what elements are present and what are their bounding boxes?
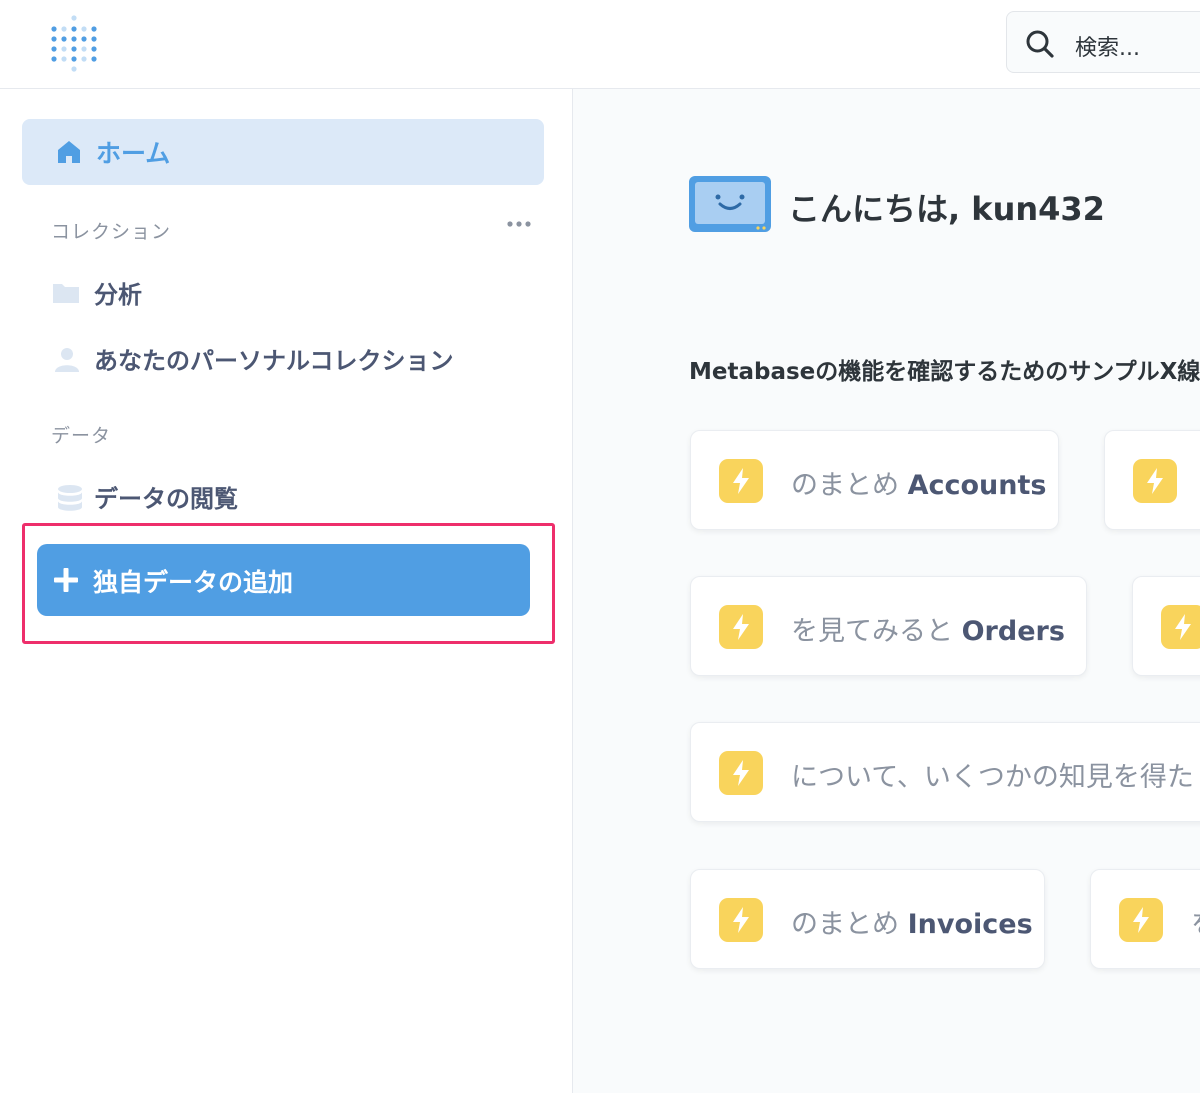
sidebar-item-browse-data[interactable]: データの閲覧 [50,477,530,517]
xray-card[interactable] [1132,576,1200,676]
metabase-logo[interactable] [50,14,98,72]
sidebar-item-analysis[interactable]: 分析 [50,273,530,313]
bolt-icon [1161,605,1200,649]
database-icon [58,485,82,511]
sidebar-item-label: あなたのパーソナルコレクション [94,347,454,375]
sidebar-item-personal-collection[interactable]: あなたのパーソナルコレクション [50,339,530,379]
search-icon [1026,30,1054,58]
xray-card-label: を [1191,902,1200,941]
xray-card-insights[interactable]: について、いくつかの知見を得た [690,722,1200,822]
xray-card-label: を見てみると Orders [791,616,1065,647]
sidebar-item-home[interactable]: ホーム [22,119,544,185]
xray-card[interactable]: を [1090,869,1200,969]
search-placeholder: 検索... [1075,36,1140,61]
search-input[interactable]: 検索... [1006,11,1200,73]
more-options-icon[interactable] [505,218,533,230]
folder-icon [53,284,79,303]
bolt-icon [1119,898,1163,942]
bolt-icon [1133,459,1177,503]
xray-card-label: のまとめ Invoices [791,909,1033,940]
bolt-icon [719,605,763,649]
xray-subheading: Metabaseの機能を確認するためのサンプルX線 [689,359,1200,385]
plus-icon [54,568,78,592]
sidebar-item-home-label: ホーム [96,139,171,168]
top-bar: 検索... [0,0,1200,89]
xray-card-orders[interactable]: を見てみると Orders [690,576,1087,676]
home-icon [58,141,80,163]
xray-card-accounts[interactable]: のまとめ Accounts [690,430,1059,530]
person-icon [55,348,79,372]
xray-card[interactable] [1104,430,1200,530]
xray-card-label: について、いくつかの知見を得た [791,762,1194,793]
greeting-heading: こんにちは, kun432 [788,190,1105,228]
xray-card-label: のまとめ Accounts [791,470,1047,501]
sidebar-item-label: データの閲覧 [94,485,238,513]
add-your-own-data-label: 独自データの追加 [93,569,294,597]
greeting-mascot-icon [689,176,771,232]
bolt-icon [719,898,763,942]
add-your-own-data-button[interactable]: 独自データの追加 [37,544,530,616]
collections-section-title: コレクション [51,221,172,243]
bolt-icon [719,751,763,795]
sidebar-item-label: 分析 [94,281,142,309]
bolt-icon [719,459,763,503]
home-content: こんにちは, kun432 Metabaseの機能を確認するためのサンプルX線 … [573,89,1200,1093]
xray-card-invoices[interactable]: のまとめ Invoices [690,869,1045,969]
data-section-title: データ [51,425,112,447]
sidebar: ホーム コレクション 分析 あなたのパーソナルコレクション データ データの閲覧 [0,89,573,1093]
